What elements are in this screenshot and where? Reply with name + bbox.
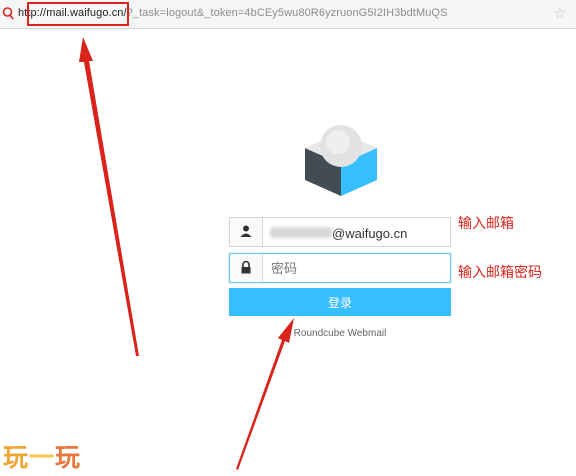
redacted-username [270, 227, 332, 238]
url-query: ?_task=logout&_token=4bCEy5wu80R6yzruonG… [126, 7, 448, 19]
email-value: @waifugo.cn [332, 226, 408, 241]
arrow-to-login-button [236, 318, 294, 470]
watermark-char-1: 玩 [3, 443, 30, 472]
lock-icon [230, 254, 263, 282]
password-input[interactable] [263, 254, 448, 282]
password-field[interactable] [229, 253, 451, 283]
watermark-char-2: 一 [29, 443, 56, 472]
watermark-char-3: 玩 [55, 443, 82, 472]
footer-branding: Roundcube Webmail [293, 328, 387, 339]
user-icon [230, 218, 263, 246]
search-icon [2, 7, 14, 20]
url-highlight-box [27, 2, 129, 26]
arrow-to-url [79, 37, 139, 356]
roundcube-logo [305, 125, 377, 196]
login-button[interactable]: 登录 [229, 288, 451, 316]
email-annotation: 输入邮箱 [458, 216, 514, 232]
watermark-logo: 玩一玩 [3, 438, 81, 474]
email-field[interactable]: @waifugo.cn [229, 217, 451, 247]
password-annotation: 输入邮箱密码 [458, 265, 542, 281]
bookmark-star-icon[interactable]: ☆ [553, 5, 566, 22]
